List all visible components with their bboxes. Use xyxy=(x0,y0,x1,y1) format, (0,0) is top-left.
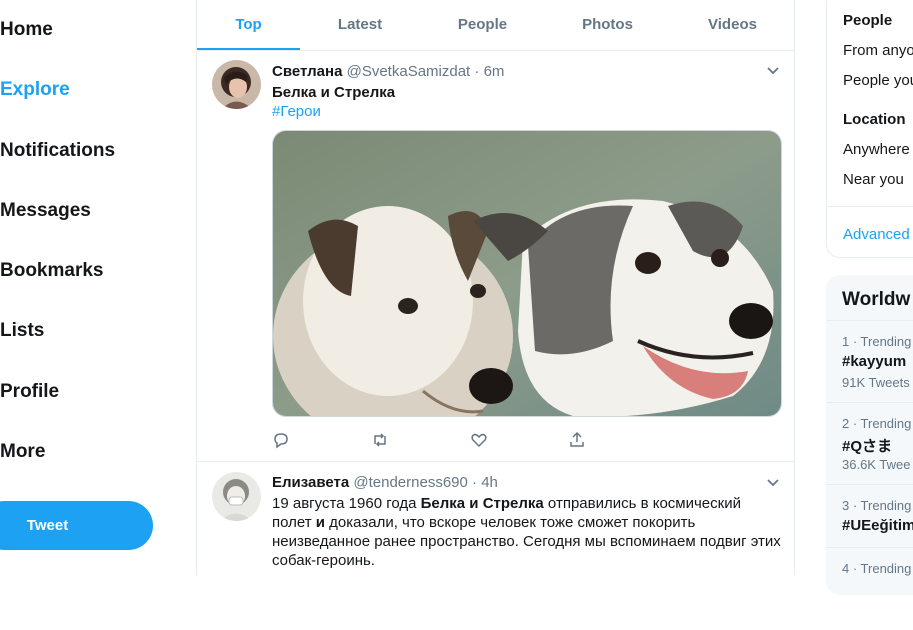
retweet-icon[interactable] xyxy=(371,431,389,449)
author-name[interactable]: Елизавета xyxy=(272,474,349,491)
avatar[interactable] xyxy=(212,60,261,109)
trend-meta: 4 · Trending xyxy=(842,561,912,576)
separator-dot: · xyxy=(472,474,478,491)
separator-dot: · xyxy=(474,63,480,80)
tweet-button[interactable]: Tweet xyxy=(0,501,153,550)
trend-meta: 2 · Trending xyxy=(842,416,912,431)
author-handle[interactable]: @tenderness690 xyxy=(353,474,467,491)
tweet[interactable]: Елизавета @tenderness690 · 4h 19 августа… xyxy=(197,462,794,575)
nav-lists[interactable]: Lists xyxy=(0,320,44,342)
author-handle[interactable]: @SvetkaSamizdat xyxy=(347,63,471,80)
trend-meta: 1 · Trending xyxy=(842,334,912,349)
like-icon[interactable] xyxy=(470,431,488,449)
nav-bookmarks[interactable]: Bookmarks xyxy=(0,260,104,282)
tweet-text-part: 19 августа 1960 года xyxy=(272,495,421,512)
tab-people[interactable]: People xyxy=(420,0,545,49)
trends-title: Worldw xyxy=(842,289,911,310)
nav-home[interactable]: Home xyxy=(0,19,53,41)
tab-videos[interactable]: Videos xyxy=(670,0,794,49)
trend-name: #Qさま xyxy=(842,438,893,455)
tweet-time[interactable]: 6m xyxy=(484,63,505,80)
filter-people-you-follow[interactable]: People you xyxy=(843,72,913,89)
tweet-time[interactable]: 4h xyxy=(481,474,498,491)
tab-photos[interactable]: Photos xyxy=(545,0,670,49)
share-icon[interactable] xyxy=(568,431,586,449)
location-filter-heading: Location xyxy=(843,111,906,128)
trend-name: #UEeğitim xyxy=(842,517,913,534)
right-sidebar: People From anyo People you Location Any… xyxy=(826,0,913,595)
search-tabs: Top Latest People Photos Videos xyxy=(197,0,794,51)
avatar[interactable] xyxy=(212,472,261,521)
dogs-photo-icon xyxy=(273,131,781,416)
trend-count: 36.6K Twee xyxy=(842,457,911,472)
tweet-text: 19 августа 1960 года Белка и Стрелка отп… xyxy=(272,494,782,570)
search-filters: People From anyo People you Location Any… xyxy=(826,0,913,258)
trend-item[interactable]: 4 · Trending xyxy=(826,547,913,630)
filter-anywhere[interactable]: Anywhere xyxy=(843,141,910,158)
nav-notifications[interactable]: Notifications xyxy=(0,140,115,162)
tab-latest[interactable]: Latest xyxy=(300,0,420,49)
left-navigation: Home Explore Notifications Messages Book… xyxy=(0,0,196,575)
trend-count: 91K Tweets xyxy=(842,375,910,390)
tweet-text-bold: и xyxy=(315,514,326,531)
nav-explore[interactable]: Explore xyxy=(0,79,70,101)
author-name[interactable]: Светлана xyxy=(272,63,342,80)
people-filter-heading: People xyxy=(843,12,893,29)
tweet-text: Белка и Стрелка xyxy=(272,84,396,101)
trend-name: #kayyum xyxy=(842,353,907,370)
tweet-text-part: доказали, что вскоре человек тоже сможет… xyxy=(272,514,781,569)
tweet-text-bold: Белка и Стрелка xyxy=(420,495,544,512)
tweet[interactable]: Светлана @SvetkaSamizdat · 6m Белка и Ст… xyxy=(197,50,794,462)
nav-messages[interactable]: Messages xyxy=(0,200,91,222)
tweet-header: Елизавета @tenderness690 · 4h xyxy=(272,474,498,491)
trends-panel: Worldw 1 · Trending #kayyum 91K Tweets 2… xyxy=(826,275,913,595)
trend-item[interactable]: 1 · Trending #kayyum 91K Tweets xyxy=(826,320,913,403)
tweet-photo[interactable] xyxy=(272,130,782,417)
chevron-down-icon[interactable] xyxy=(766,476,780,490)
nav-profile[interactable]: Profile xyxy=(0,381,59,403)
nav-more[interactable]: More xyxy=(0,441,45,463)
filter-near-you[interactable]: Near you xyxy=(843,171,904,188)
chevron-down-icon[interactable] xyxy=(766,64,780,78)
filter-from-anyone[interactable]: From anyo xyxy=(843,42,913,59)
trend-item[interactable]: 2 · Trending #Qさま 36.6K Twee xyxy=(826,402,913,485)
divider xyxy=(827,206,913,207)
tweet-header: Светлана @SvetkaSamizdat · 6m xyxy=(272,63,504,80)
tab-top[interactable]: Top xyxy=(197,0,300,50)
trend-meta: 3 · Trending xyxy=(842,498,912,513)
advanced-search-link[interactable]: Advanced s xyxy=(843,226,913,243)
reply-icon[interactable] xyxy=(272,431,290,449)
search-results-column: Top Latest People Photos Videos Светлана… xyxy=(196,0,795,575)
hashtag-link[interactable]: #Герои xyxy=(272,102,321,121)
